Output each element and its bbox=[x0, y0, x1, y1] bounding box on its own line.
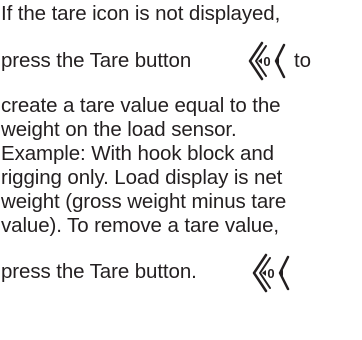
tare-button-icon: 0 bbox=[244, 39, 288, 83]
text-line-6: rigging only. Load display is net bbox=[1, 166, 283, 189]
tare-button-icon: 0 bbox=[248, 251, 292, 295]
text-line-4: weight on the load sensor. bbox=[1, 118, 237, 141]
text-line-2b: to bbox=[294, 49, 311, 72]
text-line-5: Example: With hook block and bbox=[1, 142, 274, 165]
text-line-3: create a tare value equal to the bbox=[1, 94, 281, 117]
svg-text:0: 0 bbox=[263, 54, 270, 69]
instruction-paragraph: If the tare icon is not displayed, press… bbox=[0, 0, 362, 340]
text-line-1: If the tare icon is not displayed, bbox=[1, 2, 281, 25]
svg-text:0: 0 bbox=[267, 266, 274, 281]
text-line-8: value). To remove a tare value, bbox=[1, 214, 279, 237]
text-line-2a: press the Tare button bbox=[1, 49, 192, 72]
text-line-9: press the Tare button. bbox=[1, 260, 197, 283]
text-line-7: weight (gross weight minus tare bbox=[1, 190, 287, 213]
